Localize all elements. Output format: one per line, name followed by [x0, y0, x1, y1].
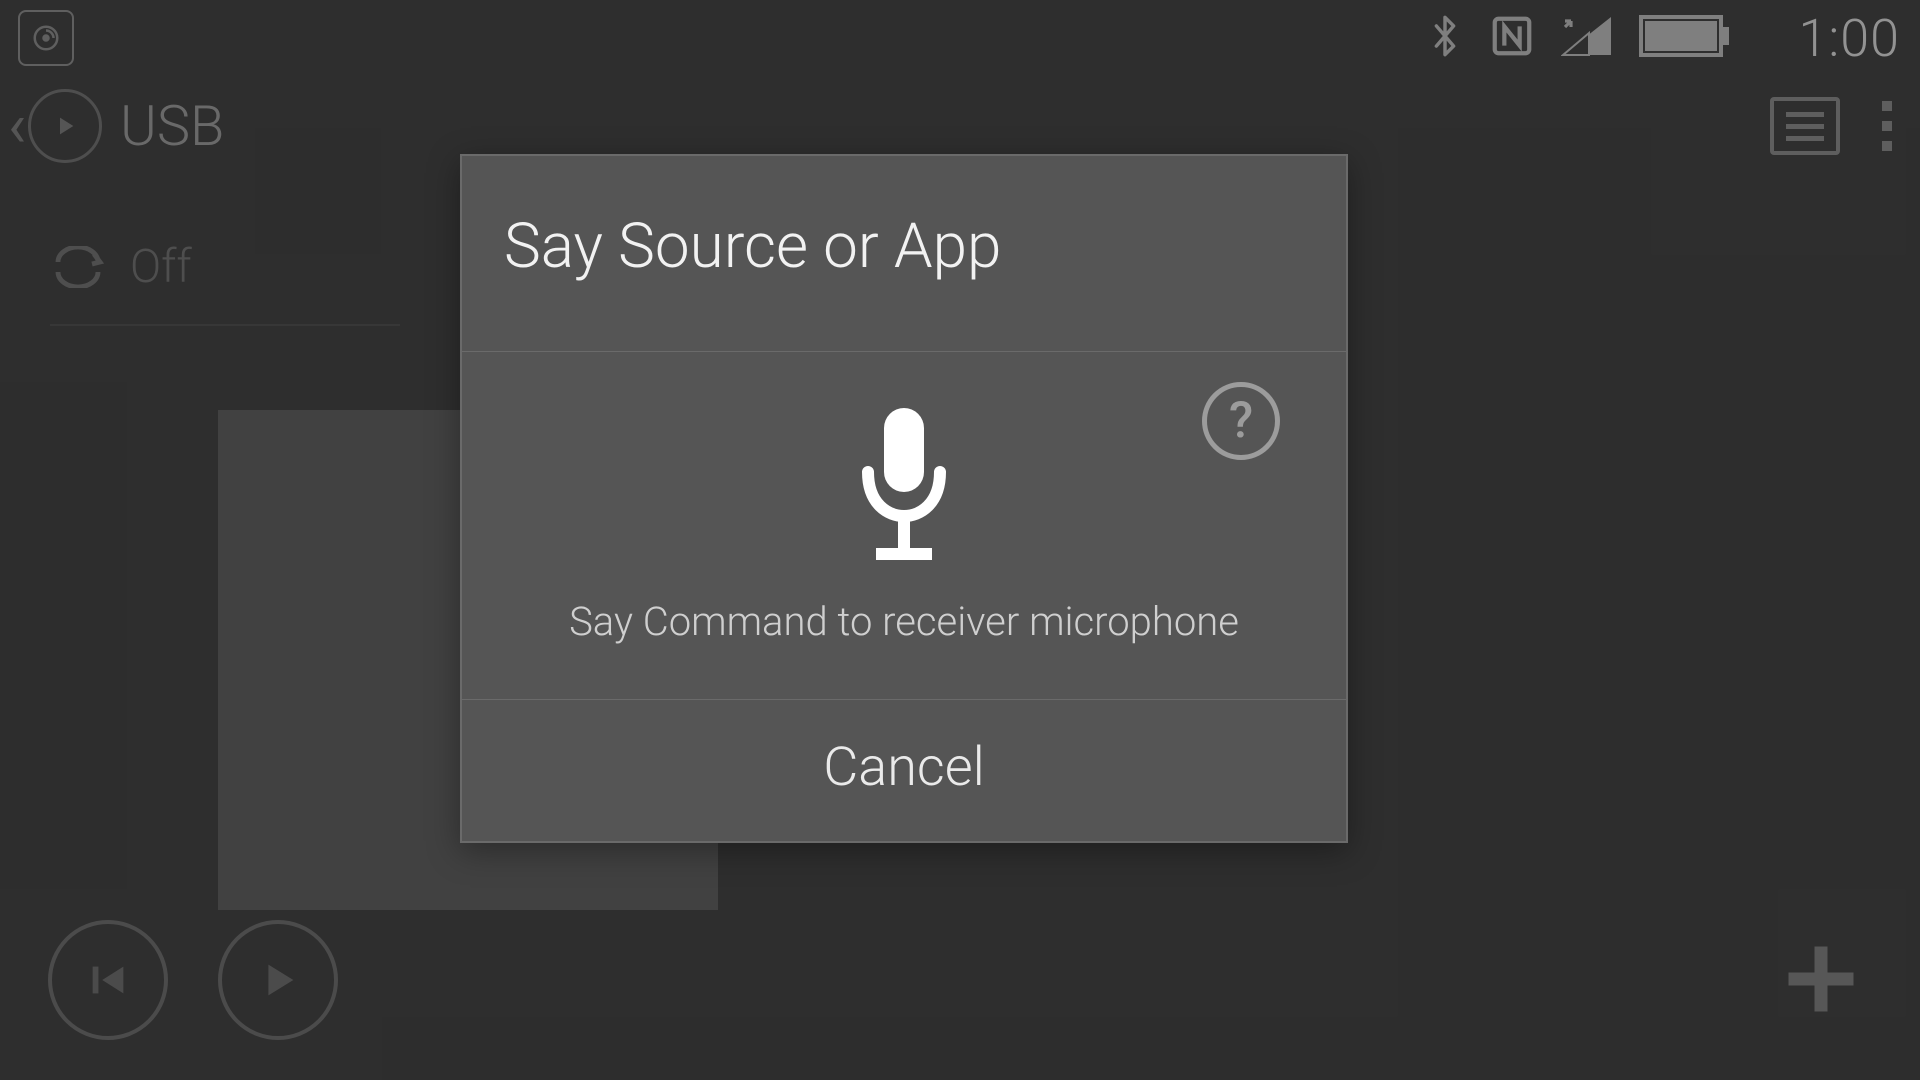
- microphone-icon: [852, 404, 956, 564]
- dialog-hint: Say Command to receiver microphone: [502, 598, 1306, 645]
- voice-command-dialog: Say Source or App ? Say Command to recei…: [460, 154, 1348, 843]
- cancel-button[interactable]: Cancel: [462, 700, 1346, 841]
- dialog-title: Say Source or App: [462, 156, 1346, 352]
- help-icon: ?: [1229, 392, 1253, 450]
- dialog-body: ? Say Command to receiver microphone: [462, 352, 1346, 700]
- help-button[interactable]: ?: [1202, 382, 1280, 460]
